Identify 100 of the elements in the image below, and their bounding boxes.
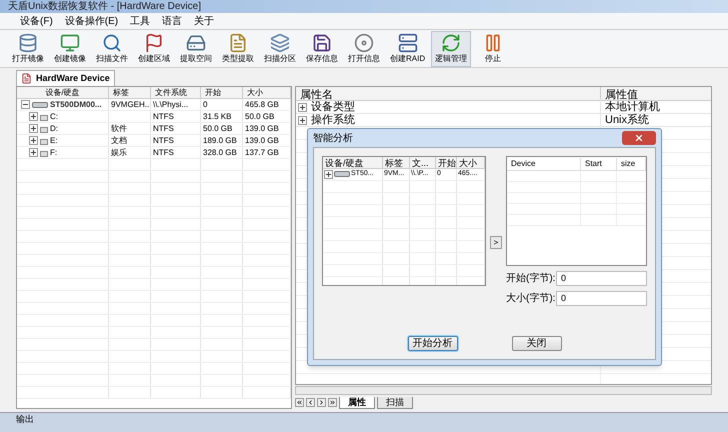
table-cell: \\.\Physi... bbox=[153, 99, 188, 110]
server-icon bbox=[398, 33, 418, 53]
column-header[interactable]: 开始 bbox=[436, 157, 457, 168]
previous-icon[interactable] bbox=[306, 398, 315, 407]
column-header[interactable]: 属性值 bbox=[601, 87, 711, 100]
monitor-icon bbox=[60, 33, 80, 53]
column-header[interactable]: Start bbox=[581, 158, 617, 170]
table-cell: 139.0 GB bbox=[245, 135, 279, 146]
refresh-icon bbox=[441, 33, 462, 53]
disc-icon bbox=[354, 33, 374, 53]
expand-icon[interactable] bbox=[298, 102, 307, 112]
table-cell: 31.5 KB bbox=[203, 111, 232, 122]
document-icon bbox=[21, 73, 32, 84]
table-cell: C: bbox=[50, 111, 58, 122]
table-cell: 465.8 GB bbox=[245, 99, 279, 110]
next-icon[interactable] bbox=[317, 398, 326, 407]
toolbar-button[interactable]: 创建区域 bbox=[134, 30, 174, 66]
window-title: 天盾Unix数据恢复软件 - [HardWare Device] bbox=[8, 0, 201, 14]
column-header[interactable]: 文件系统 bbox=[151, 87, 201, 98]
table-cell: NTFS bbox=[153, 123, 174, 134]
toolbar-button[interactable]: 创建镜像 bbox=[50, 30, 90, 66]
close-icon bbox=[634, 133, 644, 143]
sheet-tab[interactable]: 属性 bbox=[339, 396, 375, 408]
menu-item[interactable]: 设备(F) bbox=[20, 14, 53, 28]
flag-icon bbox=[144, 33, 164, 53]
first-page-icon[interactable] bbox=[295, 398, 304, 407]
column-header[interactable]: 开始 bbox=[201, 87, 243, 98]
expand-icon[interactable] bbox=[29, 112, 38, 121]
close-button[interactable] bbox=[622, 131, 656, 145]
toolbar-button[interactable]: 打开信息 bbox=[344, 30, 384, 66]
column-header[interactable]: size bbox=[617, 158, 646, 170]
collapse-icon[interactable] bbox=[21, 100, 30, 109]
menu-item[interactable]: 设备操作(E) bbox=[64, 14, 118, 28]
table-cell: 9VMGEH... bbox=[111, 99, 150, 110]
table-cell: 50.0 GB bbox=[203, 123, 232, 134]
panel-title: 输出 bbox=[16, 413, 34, 425]
last-page-icon[interactable] bbox=[328, 398, 337, 407]
menu-item[interactable]: 语言 bbox=[162, 14, 182, 28]
column-header[interactable]: 大小 bbox=[243, 87, 291, 98]
hard-drive-icon bbox=[186, 33, 206, 53]
property-value: Unix系统 bbox=[604, 112, 650, 128]
sheet-tab[interactable]: 扫描 bbox=[377, 396, 413, 408]
table-cell: 139.0 GB bbox=[245, 123, 279, 134]
expand-icon[interactable] bbox=[29, 148, 38, 157]
table-cell: 50.0 GB bbox=[245, 111, 274, 122]
field-label: 大小(字节): bbox=[506, 292, 552, 306]
toolbar-button[interactable]: 创建RAID bbox=[386, 30, 430, 66]
save-icon bbox=[312, 33, 332, 53]
input-field[interactable]: 0 bbox=[556, 271, 647, 286]
table-cell: 0 bbox=[203, 99, 208, 110]
dialog-title: 智能分析 bbox=[313, 132, 353, 146]
table-cell: 软件 bbox=[111, 123, 127, 134]
horizontal-scrollbar[interactable] bbox=[295, 386, 712, 395]
dialog-button[interactable]: 开始分析 bbox=[408, 336, 458, 351]
toolbar-button[interactable]: 逻辑管理 bbox=[431, 30, 472, 66]
table-cell: F: bbox=[50, 147, 58, 158]
toolbar-button[interactable]: 打开镜像 bbox=[8, 30, 48, 66]
table-cell: 娱乐 bbox=[111, 147, 127, 158]
table-cell: 文档 bbox=[111, 135, 127, 146]
toolbar-button[interactable]: 提取空间 bbox=[176, 30, 216, 66]
table-cell: NTFS bbox=[153, 111, 174, 122]
menu-item[interactable]: 工具 bbox=[130, 14, 150, 28]
table-cell: NTFS bbox=[153, 135, 174, 146]
layers-icon bbox=[270, 33, 290, 53]
table-cell: ST500DM00... bbox=[50, 99, 102, 110]
column-header[interactable]: 设备/硬盘 bbox=[17, 87, 109, 98]
toolbar-button[interactable]: 扫描分区 bbox=[260, 30, 300, 66]
toolbar-button[interactable]: 停止 bbox=[473, 30, 514, 66]
column-header[interactable]: 设备/硬盘 bbox=[323, 157, 383, 168]
column-header[interactable]: 文... bbox=[410, 157, 436, 168]
field-label: 开始(字节): bbox=[506, 272, 552, 286]
menu-item[interactable]: 关于 bbox=[194, 14, 214, 28]
property-name: 设备类型 bbox=[311, 100, 355, 114]
column-header[interactable]: 标签 bbox=[383, 157, 410, 168]
table-cell: 189.0 GB bbox=[203, 135, 237, 146]
toolbar-button[interactable]: 扫描文件 bbox=[92, 30, 132, 66]
expand-icon[interactable] bbox=[29, 136, 38, 145]
dialog-button[interactable]: 关闭 bbox=[512, 336, 562, 351]
toolbar-button[interactable]: 保存信息 bbox=[302, 30, 342, 66]
property-name: 操作系统 bbox=[311, 112, 355, 128]
add-button[interactable]: > bbox=[490, 236, 502, 248]
database-icon bbox=[18, 33, 38, 53]
column-header[interactable]: 大小 bbox=[457, 157, 485, 168]
input-field[interactable]: 0 bbox=[556, 291, 647, 306]
table-cell: 328.0 GB bbox=[203, 147, 237, 158]
column-header[interactable]: 属性名 bbox=[296, 87, 601, 100]
table-cell: 137.7 GB bbox=[245, 147, 279, 158]
document-icon bbox=[228, 33, 248, 53]
column-header[interactable]: Device bbox=[507, 158, 581, 170]
expand-icon[interactable] bbox=[298, 116, 307, 124]
expand-icon[interactable] bbox=[324, 170, 333, 179]
expand-icon[interactable] bbox=[29, 124, 38, 133]
search-icon bbox=[102, 33, 122, 53]
table-cell: E: bbox=[50, 135, 58, 146]
document-tab[interactable]: HardWare Device bbox=[16, 70, 115, 86]
table-cell: D: bbox=[50, 123, 58, 134]
column-header[interactable]: 标签 bbox=[109, 87, 151, 98]
table-cell: NTFS bbox=[153, 147, 174, 158]
toolbar-button[interactable]: 类型提取 bbox=[218, 30, 258, 66]
property-value: 本地计算机 bbox=[604, 100, 661, 114]
